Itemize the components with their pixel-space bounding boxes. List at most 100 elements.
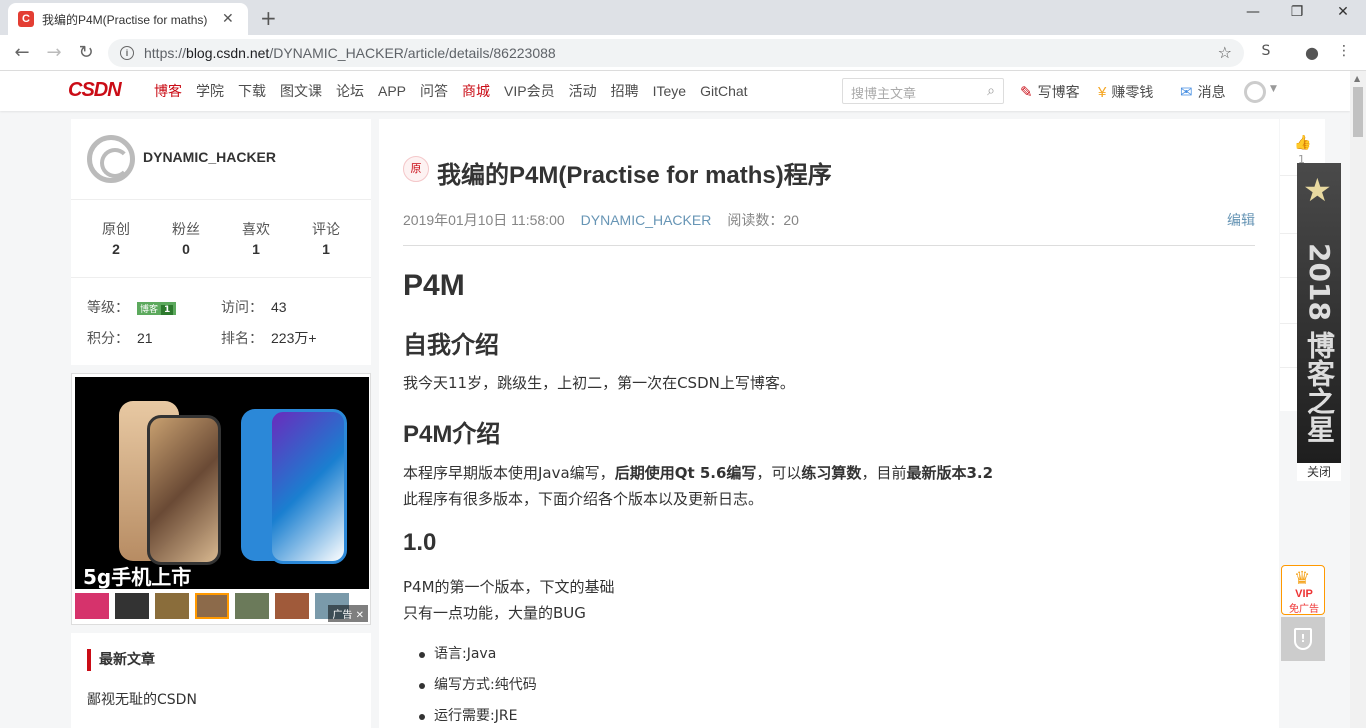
close-window-button[interactable]: ✕ xyxy=(1320,4,1366,20)
nav-item-blog[interactable]: 博客 xyxy=(154,81,182,101)
list-item: 语言:Java xyxy=(419,639,537,670)
article: 原 我编的P4M(Practise for maths)程序 2019年01月1… xyxy=(379,119,1279,728)
mail-icon: ✉ xyxy=(1180,84,1193,101)
phone-image xyxy=(147,415,221,565)
list-item: 运行需要:JRE xyxy=(419,701,537,728)
nav-item-jobs[interactable]: 招聘 xyxy=(611,81,639,101)
minimize-button[interactable]: — xyxy=(1230,4,1276,20)
paragraph-v10-1: P4M的第一个版本，下文的基础 xyxy=(403,578,615,596)
tab-close-icon[interactable]: ✕ xyxy=(222,11,234,27)
paragraph-v10-2: 只有一点功能，大量的BUG xyxy=(403,604,586,622)
user-avatar-icon[interactable] xyxy=(1244,81,1266,103)
close-banner-button[interactable]: 关闭 xyxy=(1297,463,1341,481)
recent-title: 最新文章 xyxy=(87,649,155,671)
ad-label[interactable]: 广告 ✕ xyxy=(328,605,368,622)
reload-icon[interactable]: ↻ xyxy=(74,42,98,63)
stat-comments: 评论 1 xyxy=(312,222,340,257)
scrollbar-thumb[interactable] xyxy=(1353,87,1363,137)
menu-icon[interactable]: ⋮ xyxy=(1334,43,1354,63)
level-row: 等级： 博客 1 xyxy=(87,297,177,317)
read-count: 阅读数：20 xyxy=(727,212,799,228)
extension-icon[interactable]: S xyxy=(1256,43,1276,63)
thumbnail[interactable] xyxy=(235,593,269,619)
spec-list: 语言:Java 编写方式:纯代码 运行需要:JRE xyxy=(419,639,537,728)
messages-button[interactable]: ✉ 消息 xyxy=(1180,82,1226,102)
thumbnail[interactable] xyxy=(275,593,309,619)
nav-item-app[interactable]: APP xyxy=(378,83,406,99)
ad-thumbnails xyxy=(75,593,369,621)
heading-self-intro: 自我介绍 xyxy=(403,332,499,359)
nav-item-gitchat[interactable]: GitChat xyxy=(700,83,747,99)
divider xyxy=(71,277,371,278)
browser-toolbar: ← → ↻ i https://blog.csdn.net/DYNAMIC_HA… xyxy=(0,35,1366,71)
nav-item-iteye[interactable]: ITeye xyxy=(653,83,686,99)
ad-banner[interactable]: 5g手机上市 广告 ✕ xyxy=(71,373,371,625)
thumbnail[interactable] xyxy=(195,593,229,619)
phone-image xyxy=(269,409,347,564)
profile-icon[interactable]: ● xyxy=(1302,43,1322,63)
stat-original: 原创 2 xyxy=(102,222,130,257)
pen-icon: ✎ xyxy=(1020,84,1033,101)
url-text: https://blog.csdn.net/DYNAMIC_HACKER/art… xyxy=(144,45,556,61)
nav-item-download[interactable]: 下载 xyxy=(238,81,266,101)
scroll-up-icon[interactable]: ▲ xyxy=(1354,74,1360,83)
csdn-logo[interactable]: CSDN xyxy=(68,79,122,102)
maximize-button[interactable]: ❐ xyxy=(1274,4,1320,20)
level-badge: 博客 1 xyxy=(137,301,177,315)
nav-item-forum[interactable]: 论坛 xyxy=(336,81,364,101)
thumbs-up-icon[interactable]: 👍 xyxy=(1294,135,1311,151)
ad-headline: 5g手机上市 xyxy=(83,565,192,589)
tab-title: 我编的P4M(Practise for maths) xyxy=(42,12,208,27)
browser-tab[interactable]: C 我编的P4M(Practise for maths) ✕ xyxy=(8,3,248,35)
divider xyxy=(403,245,1255,246)
earn-button[interactable]: ¥ 赚零钱 xyxy=(1098,82,1153,102)
nav-item-vip[interactable]: VIP会员 xyxy=(504,81,555,101)
blog-star-banner[interactable]: ★ 2018 博客之星 xyxy=(1297,163,1341,463)
ad-image[interactable]: 5g手机上市 xyxy=(75,377,369,589)
divider xyxy=(71,199,371,200)
thumbnail[interactable] xyxy=(115,593,149,619)
author-link[interactable]: DYNAMIC_HACKER xyxy=(581,212,712,228)
report-button[interactable]: ! xyxy=(1281,617,1325,661)
recent-article-link[interactable]: 鄙视无耻的CSDN xyxy=(87,689,197,709)
list-item: 编写方式:纯代码 xyxy=(419,670,537,701)
article-title: 我编的P4M(Practise for maths)程序 xyxy=(437,162,832,189)
chevron-down-icon[interactable]: ▼ xyxy=(1270,84,1277,94)
vip-no-ads-button[interactable]: ♛ VIP 免广告 xyxy=(1281,565,1325,615)
address-bar[interactable]: i https://blog.csdn.net/DYNAMIC_HACKER/a… xyxy=(108,39,1244,67)
nav-item-course[interactable]: 图文课 xyxy=(280,81,322,101)
heading-v10: 1.0 xyxy=(403,529,437,556)
paragraph-versions: 此程序有很多版本，下面介绍各个版本以及更新日志。 xyxy=(403,490,764,508)
nav-item-mall[interactable]: 商城 xyxy=(462,81,490,101)
recent-articles: 最新文章 鄙视无耻的CSDN xyxy=(71,633,371,728)
avatar[interactable] xyxy=(87,135,135,183)
stat-fans: 粉丝 0 xyxy=(172,222,200,257)
coin-icon: ¥ xyxy=(1098,83,1107,101)
publish-date: 2019年01月10日 11:58:00 xyxy=(403,212,565,228)
paragraph-p4m-intro: 本程序早期版本使用Java编写，后期使用Qt 5.6编写，可以练习算数，目前最新… xyxy=(403,464,994,482)
thumbnail[interactable] xyxy=(155,593,189,619)
nav-item-events[interactable]: 活动 xyxy=(569,81,597,101)
site-info-icon[interactable]: i xyxy=(120,46,134,60)
nav-item-academy[interactable]: 学院 xyxy=(196,81,224,101)
bookmark-star-icon[interactable]: ☆ xyxy=(1218,43,1232,62)
page-scrollbar[interactable]: ▲ xyxy=(1350,71,1366,728)
write-blog-button[interactable]: ✎ 写博客 xyxy=(1020,82,1080,102)
new-tab-button[interactable]: + xyxy=(260,6,277,30)
original-badge: 原 xyxy=(403,156,429,182)
main-nav: 博客 学院 下载 图文课 论坛 APP 问答 商城 VIP会员 活动 招聘 IT… xyxy=(154,71,762,111)
username[interactable]: DYNAMIC_HACKER xyxy=(143,149,276,165)
csdn-header: CSDN 博客 学院 下载 图文课 论坛 APP 问答 商城 VIP会员 活动 … xyxy=(0,71,1350,111)
forward-icon[interactable]: → xyxy=(42,42,66,63)
heading-p4m-intro: P4M介绍 xyxy=(403,421,501,448)
back-icon[interactable]: ← xyxy=(10,42,34,63)
csdn-favicon-icon: C xyxy=(18,11,34,27)
search-icon[interactable]: ⌕ xyxy=(987,82,995,99)
thumbnail[interactable] xyxy=(75,593,109,619)
points-row: 积分： 21 xyxy=(87,330,153,347)
blog-search-input[interactable]: 搜博主文章 ⌕ xyxy=(842,78,1004,104)
nav-item-qa[interactable]: 问答 xyxy=(420,81,448,101)
edit-link[interactable]: 编辑 xyxy=(1227,210,1255,230)
star-icon: ★ xyxy=(1303,171,1332,209)
heading-p4m: P4M xyxy=(403,269,465,302)
